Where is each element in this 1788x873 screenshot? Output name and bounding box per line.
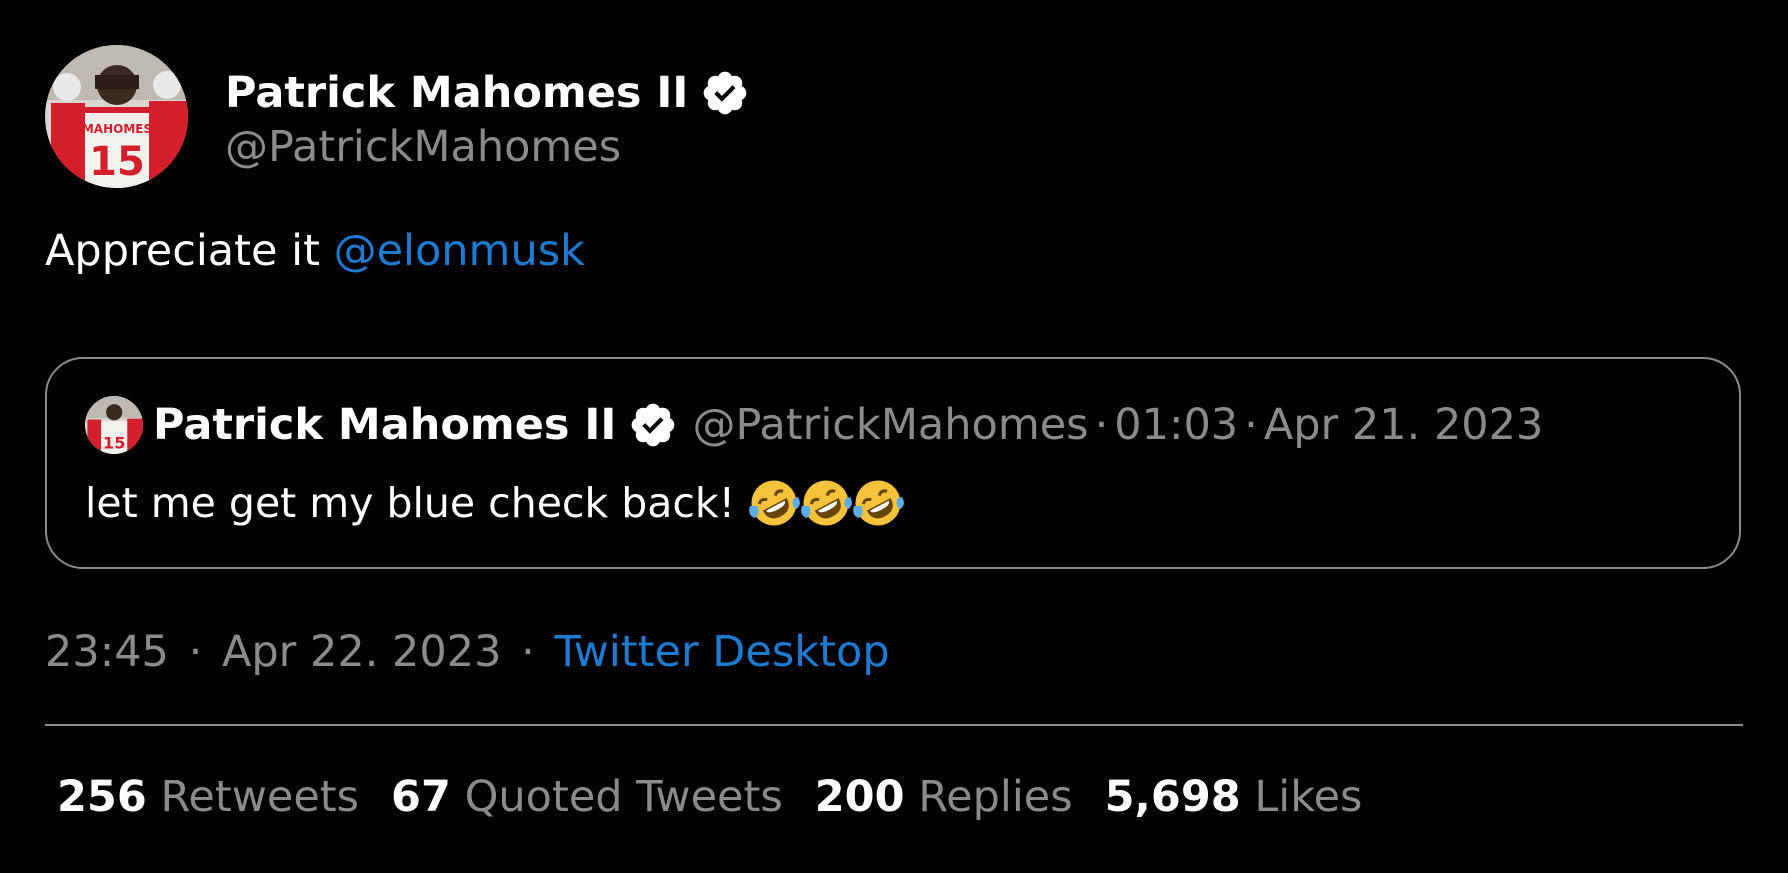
quoted-handle: @PatrickMahomes [692, 400, 1089, 450]
author-display-name[interactable]: Patrick Mahomes II [225, 71, 688, 115]
tweet-date[interactable]: Apr 22. 2023 [222, 627, 502, 677]
retweets-stat[interactable]: 256 Retweets [57, 776, 359, 819]
likes-label: Likes [1254, 772, 1363, 822]
quoted-time: 01:03 [1114, 400, 1239, 450]
separator-dot: · [1094, 400, 1109, 450]
quoted-tweets-label: Quoted Tweets [464, 772, 783, 822]
rofl-emoji [747, 476, 801, 530]
likes-count: 5,698 [1104, 772, 1241, 822]
avatar[interactable]: MAHOMES 15 [45, 45, 188, 188]
tweet-source-link[interactable]: Twitter Desktop [555, 627, 890, 677]
divider [45, 724, 1743, 726]
tweet-header: MAHOMES 15 Patrick Mahomes II @PatrickMa… [45, 45, 1743, 188]
retweets-count: 256 [57, 772, 147, 822]
tweet-text-content: Appreciate it [45, 226, 334, 276]
quoted-text-content: let me get my blue check back! [85, 479, 736, 527]
quoted-avatar-jersey-number: 15 [103, 434, 126, 453]
name-row: Patrick Mahomes II [225, 64, 750, 122]
quoted-date: Apr 21. 2023 [1263, 400, 1544, 450]
quoted-avatar-image: 15 [85, 396, 143, 454]
tweet-text: Appreciate it @elonmusk [45, 230, 1743, 273]
quoted-tweet[interactable]: 15 Patrick Mahomes II @PatrickMahomes · … [45, 357, 1741, 569]
likes-stat[interactable]: 5,698 Likes [1105, 776, 1363, 819]
quoted-display-name: Patrick Mahomes II [153, 400, 617, 450]
avatar-jersey-number: 15 [89, 139, 145, 185]
quoted-avatar: 15 [85, 396, 143, 454]
tweet-card: MAHOMES 15 Patrick Mahomes II @PatrickMa… [45, 45, 1743, 819]
author-handle[interactable]: @PatrickMahomes [225, 126, 750, 169]
quoted-tweet-header: 15 Patrick Mahomes II @PatrickMahomes · … [85, 396, 1739, 454]
tweet-stats: 256 Retweets 67 Quoted Tweets 200 Replie… [57, 776, 1743, 819]
separator-dot: · [1244, 400, 1258, 450]
quoted-tweet-text: let me get my blue check back! [85, 474, 1739, 532]
tweet-time[interactable]: 23:45 [45, 627, 169, 677]
replies-count: 200 [814, 772, 905, 822]
author-info: Patrick Mahomes II @PatrickMahomes [225, 64, 750, 169]
quoted-tweets-stat[interactable]: 67 Quoted Tweets [391, 776, 783, 819]
quoted-verified-badge-icon [628, 400, 678, 450]
rofl-emoji [799, 476, 853, 530]
avatar-jersey-name: MAHOMES [82, 122, 152, 136]
verified-badge-icon [700, 68, 750, 118]
separator-dot: · [188, 627, 203, 677]
tweet-metadata: 23:45 · Apr 22. 2023 · Twitter Desktop [45, 631, 1743, 674]
avatar-image: MAHOMES 15 [45, 45, 188, 188]
separator-dot: · [521, 627, 535, 677]
emoji-group [747, 476, 905, 530]
rofl-emoji [851, 476, 905, 530]
mention-link[interactable]: @elonmusk [334, 226, 585, 276]
replies-label: Replies [918, 772, 1073, 822]
replies-stat[interactable]: 200 Replies [815, 776, 1073, 819]
quoted-tweets-count: 67 [391, 772, 451, 822]
retweets-label: Retweets [160, 772, 360, 822]
